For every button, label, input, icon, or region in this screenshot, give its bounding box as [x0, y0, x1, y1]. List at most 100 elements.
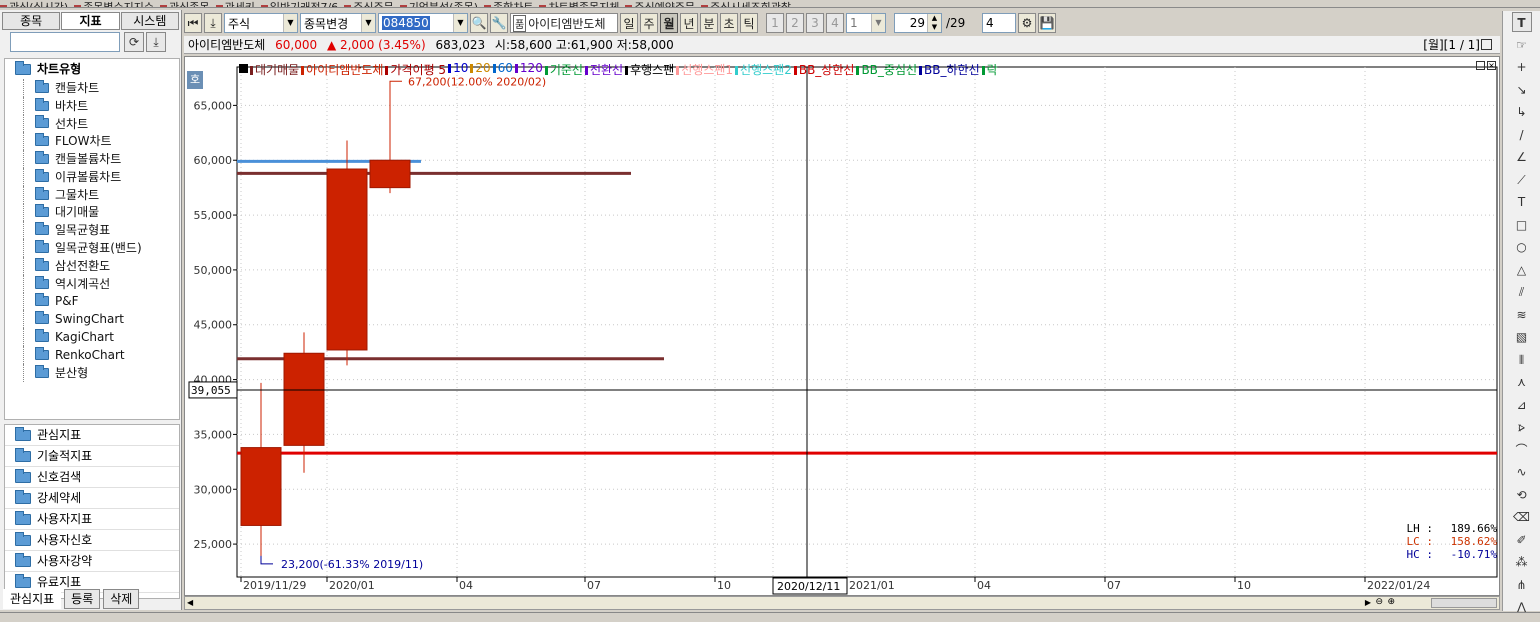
- category-item[interactable]: 사용자강약: [5, 551, 179, 572]
- period-button[interactable]: 초: [720, 13, 738, 33]
- circle-icon[interactable]: ○: [1512, 237, 1532, 257]
- text-icon[interactable]: T: [1512, 192, 1532, 212]
- window-tab[interactable]: 기업분석(종목): [399, 2, 478, 7]
- market-select[interactable]: 주식 ▼: [224, 13, 298, 33]
- tree-item[interactable]: 분산형: [5, 363, 179, 382]
- refresh-icon[interactable]: ⟳: [124, 32, 144, 52]
- delete-button[interactable]: 삭제: [103, 588, 140, 609]
- close-icon[interactable]: ×: [1487, 61, 1496, 70]
- legend-item[interactable]: 기준선: [544, 61, 583, 77]
- category-item[interactable]: 사용자신호: [5, 530, 179, 551]
- period-button[interactable]: 분: [700, 13, 718, 33]
- favorite-indicator-tab[interactable]: 관심지표: [3, 588, 62, 609]
- count-stepper[interactable]: 29 ▲ ▼: [894, 13, 942, 33]
- period-button[interactable]: 주: [640, 13, 658, 33]
- legend-toggle-icon[interactable]: [239, 64, 248, 73]
- tab-system[interactable]: 시스템: [120, 12, 179, 30]
- legend-item[interactable]: BB_상한선: [793, 61, 854, 77]
- cycle-icon[interactable]: ⟲: [1512, 485, 1532, 505]
- zoom-out-icon[interactable]: ⊖: [1375, 597, 1383, 607]
- gann-icon[interactable]: ⊿: [1512, 395, 1532, 415]
- first-icon[interactable]: ⏮: [184, 13, 202, 33]
- vertical-lines-icon[interactable]: ⦀: [1512, 350, 1532, 370]
- legend-item[interactable]: BB_하한선: [919, 61, 980, 77]
- window-tab[interactable]: 주식주문: [344, 2, 394, 7]
- tree-item[interactable]: 일목균형표(밴드): [5, 239, 179, 257]
- download-icon[interactable]: ⤓: [146, 32, 166, 52]
- window-tab[interactable]: 일반기래정7/6: [260, 2, 338, 7]
- category-item[interactable]: 강세약세: [5, 488, 179, 509]
- tool-menu-icon[interactable]: T: [1511, 12, 1532, 32]
- ruler-icon[interactable]: ⟋: [1512, 170, 1532, 190]
- legend-item[interactable]: 선행스팬2: [735, 61, 792, 77]
- stock-code-input[interactable]: 084850 ▼: [378, 13, 468, 33]
- legend-item[interactable]: 가격이평 5: [385, 61, 446, 77]
- tree-item[interactable]: 캔들볼륨차트: [5, 150, 179, 168]
- price-chart[interactable]: 25,000 30,000 35,000 40,000 45,000 50,000 55,0…: [184, 56, 1500, 596]
- window-tab[interactable]: 종목별수지지수: [74, 2, 154, 7]
- legend-item[interactable]: 10: [448, 61, 468, 77]
- andrews-icon[interactable]: ⋔: [1512, 575, 1532, 595]
- tree-root[interactable]: 차트유형: [5, 59, 179, 79]
- category-item[interactable]: 신호검색: [5, 467, 179, 488]
- fan-icon[interactable]: ⋏: [1512, 372, 1532, 392]
- legend-item[interactable]: 60: [492, 61, 513, 77]
- angle-icon[interactable]: ∠: [1512, 147, 1532, 167]
- split-button[interactable]: 4: [826, 13, 844, 33]
- tree-item[interactable]: FLOW차트: [5, 132, 179, 150]
- tree-item[interactable]: KagiChart: [5, 328, 179, 346]
- category-item[interactable]: 기술적지표: [5, 446, 179, 467]
- scroll-right-icon[interactable]: ▶: [1365, 598, 1371, 607]
- tab-stock[interactable]: 종목: [2, 12, 61, 30]
- download-icon[interactable]: ⤓: [204, 13, 222, 33]
- period-button[interactable]: 틱: [740, 13, 758, 33]
- vertical-line-icon[interactable]: ↳: [1512, 102, 1532, 122]
- eraser-select-icon[interactable]: ✐: [1512, 530, 1532, 550]
- register-button[interactable]: 등록: [64, 588, 101, 609]
- box-icon[interactable]: ▧: [1512, 327, 1532, 347]
- window-tab[interactable]: 관세키: [215, 2, 255, 7]
- wave-icon[interactable]: ∿: [1512, 462, 1532, 482]
- horizontal-line-icon[interactable]: ↘: [1512, 80, 1532, 100]
- horizontal-scrollbar[interactable]: ◀ ⊖ ⊕ ▶: [184, 596, 1500, 610]
- tree-item[interactable]: P&F: [5, 292, 179, 311]
- window-tab[interactable]: 주식예약주문: [625, 2, 695, 7]
- speed-line-icon[interactable]: ⦠: [1512, 417, 1532, 437]
- legend-item[interactable]: 아이티엠반도체: [301, 61, 383, 77]
- pointer-icon[interactable]: ☞: [1512, 35, 1532, 55]
- split-button[interactable]: 3: [806, 13, 824, 33]
- eraser-icon[interactable]: ⌫: [1512, 507, 1532, 527]
- settings-icon[interactable]: ⚙: [1018, 13, 1036, 33]
- category-item[interactable]: 관심지표: [5, 425, 179, 446]
- legend-item[interactable]: 대기매물: [250, 61, 299, 77]
- legend-item[interactable]: BB_중심선: [856, 61, 917, 77]
- tree-item[interactable]: 바차트: [5, 96, 179, 115]
- tree-item[interactable]: SwingChart: [5, 310, 179, 328]
- scroll-left-icon[interactable]: ◀: [187, 598, 193, 607]
- zoom-slider[interactable]: [1431, 598, 1497, 608]
- legend-item[interactable]: 선행스팬1: [676, 61, 733, 77]
- save-icon[interactable]: 💾: [1038, 13, 1056, 33]
- triangle-icon[interactable]: △: [1512, 260, 1532, 280]
- window-tab[interactable]: 관심종목: [160, 2, 210, 7]
- period-button[interactable]: 년: [680, 13, 698, 33]
- tree-item[interactable]: 캔들차트: [5, 79, 179, 97]
- arc-icon[interactable]: ⌒: [1512, 440, 1532, 460]
- window-tab[interactable]: 주식시세조회관찰: [701, 2, 791, 7]
- tree-item[interactable]: 역시계곡선: [5, 274, 179, 293]
- wrench-icon[interactable]: 🔧: [490, 13, 508, 33]
- restore-icon[interactable]: [1476, 61, 1485, 70]
- category-item[interactable]: 사용자지표: [5, 509, 179, 530]
- parallel-icon[interactable]: ⫽: [1512, 282, 1532, 302]
- tree-item[interactable]: 일목균형표: [5, 221, 179, 239]
- legend-item[interactable]: 락: [981, 61, 998, 77]
- tree-item[interactable]: RenkoChart: [5, 345, 179, 364]
- window-tab[interactable]: 차트별종목지체: [539, 2, 619, 7]
- tree-item[interactable]: 대기매물: [5, 203, 179, 222]
- pattern-icon[interactable]: ⁂: [1512, 552, 1532, 572]
- tree-item[interactable]: 그물차트: [5, 185, 179, 204]
- window-tab[interactable]: 관심(실시간): [0, 2, 68, 7]
- mode-select[interactable]: 종목변경 ▼: [300, 13, 376, 33]
- tree-item[interactable]: 삼선전환도: [5, 256, 179, 275]
- rectangle-icon[interactable]: □: [1512, 215, 1532, 235]
